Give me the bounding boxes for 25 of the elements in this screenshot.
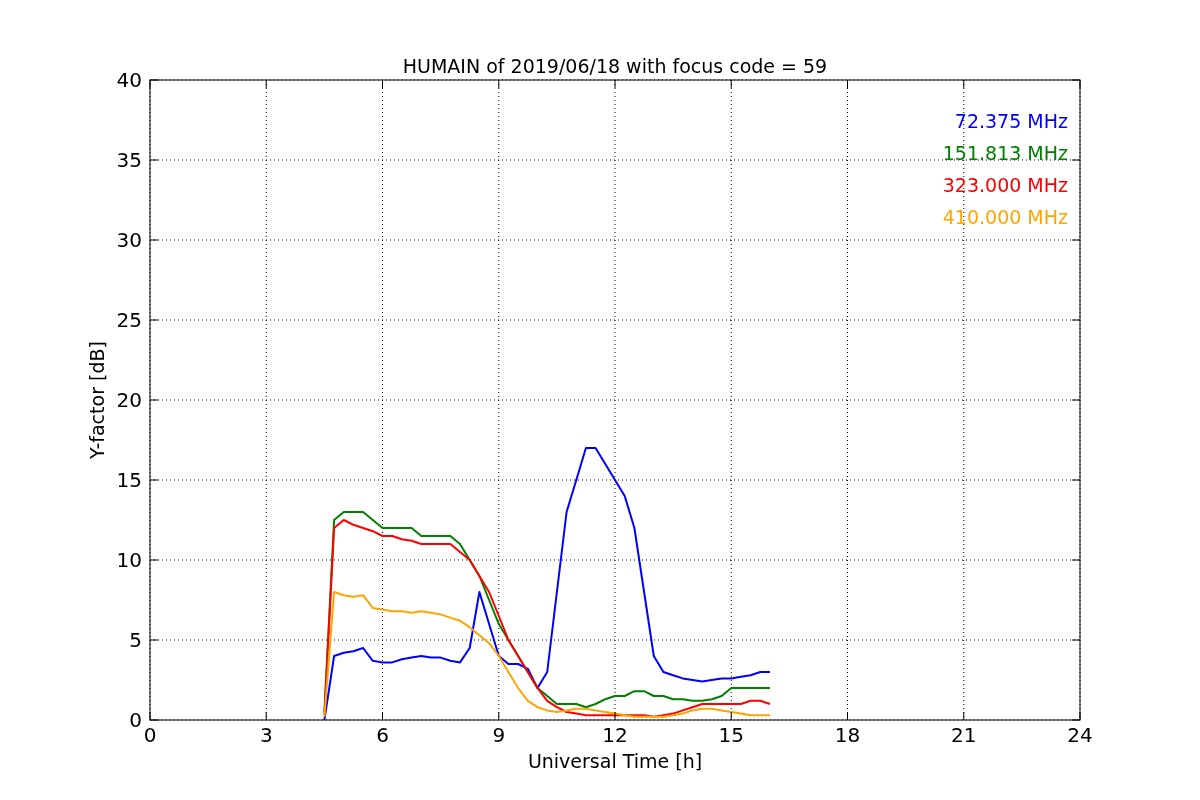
y-tick-label: 0: [129, 708, 142, 732]
x-tick-label: 0: [143, 723, 157, 747]
x-tick-label: 6: [376, 723, 389, 747]
x-tick-label: 15: [718, 723, 744, 747]
y-axis-label: Y-factor [dB]: [86, 341, 108, 459]
y-tick-label: 25: [116, 308, 142, 332]
y-tick-label: 30: [116, 228, 142, 252]
x-axis-label: Universal Time [h]: [527, 750, 703, 772]
x-tick-label: 18: [834, 723, 861, 747]
y-tick-label: 5: [129, 628, 142, 652]
x-tick-label: 9: [492, 723, 506, 747]
legend-label: 151.813 MHz: [942, 142, 1068, 164]
x-tick-label: 21: [951, 723, 977, 747]
legend-label: 72.375 MHz: [954, 110, 1068, 132]
y-tick-label: 40: [116, 68, 142, 92]
y-tick-label: 35: [116, 148, 142, 172]
y-tick-label: 15: [116, 468, 142, 492]
x-tick-label: 24: [1067, 723, 1093, 747]
x-tick-label: 12: [602, 723, 628, 747]
y-tick-label: 20: [116, 388, 142, 412]
x-tick-label: 3: [259, 723, 273, 747]
y-tick-label: 10: [116, 548, 142, 572]
legend-label: 410.000 MHz: [942, 206, 1068, 228]
legend-label: 323.000 MHz: [942, 174, 1068, 196]
chart-title: HUMAIN of 2019/06/18 with focus code = 59: [402, 55, 828, 77]
